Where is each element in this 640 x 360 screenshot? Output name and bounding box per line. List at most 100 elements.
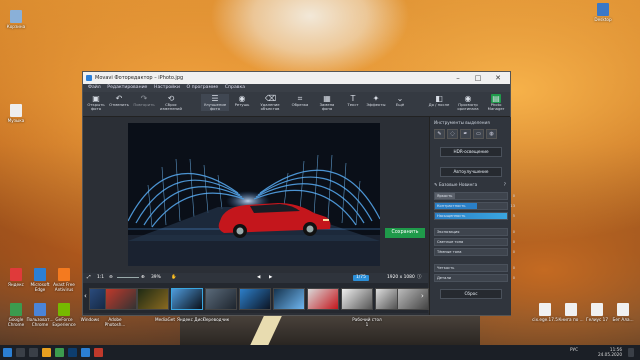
- thumbnail[interactable]: [205, 288, 237, 310]
- view-original-button[interactable]: ◉ Просмотр оригинала: [457, 94, 479, 111]
- yandex-icon: [10, 268, 22, 281]
- photoshop-taskbar-icon[interactable]: [68, 348, 77, 357]
- rect-select-icon[interactable]: ▭: [473, 129, 484, 139]
- title-bar: Movavi Фоторедактор – iPhoto.jpg – □ ✕: [83, 72, 510, 84]
- photo-editor-window: Movavi Фоторедактор – iPhoto.jpg – □ ✕ Ф…: [82, 71, 515, 316]
- thumbnail[interactable]: [341, 288, 373, 310]
- thumbnail[interactable]: [273, 288, 305, 310]
- saturation-slider[interactable]: Насыщенность 5: [434, 212, 515, 220]
- brightness-slider[interactable]: Яркость 0: [434, 192, 515, 200]
- tab-object-removal[interactable]: ⌫ Удаление объектов: [259, 94, 281, 111]
- help-icon[interactable]: ?: [504, 182, 506, 187]
- selection-tools-label: Инструменты выделения: [434, 120, 490, 125]
- tab-text[interactable]: T Текст: [342, 94, 364, 107]
- clock[interactable]: 11:56 24.05.2020: [592, 347, 622, 357]
- adjustments-panel: Инструменты выделения ✎ ◌ ✒ ▭ ◍ HDR-осве…: [429, 117, 515, 315]
- zoom-out-icon[interactable]: ⊖: [109, 273, 113, 283]
- pen-tool-icon[interactable]: ✒: [460, 129, 471, 139]
- thumbnail[interactable]: [105, 288, 137, 310]
- menu-help[interactable]: Справка: [225, 84, 245, 92]
- notifications-icon[interactable]: [628, 348, 634, 357]
- chrome-icon: [10, 303, 22, 316]
- auto-enhance-button[interactable]: Автоулучшение: [440, 167, 502, 177]
- reset-button[interactable]: Сброс: [440, 289, 502, 299]
- menu-file[interactable]: Файл: [88, 84, 101, 92]
- tab-more[interactable]: ⌄ Ещё: [389, 94, 411, 107]
- menu-edit[interactable]: Редактирование: [107, 84, 147, 92]
- photo-bridge-car: [128, 123, 380, 266]
- thumbnail[interactable]: [239, 288, 271, 310]
- open-photo-button[interactable]: ▣ Открыть фото: [85, 94, 107, 111]
- hdr-lighting-button[interactable]: HDR-освещение: [440, 147, 502, 157]
- details-slider[interactable]: Детали 0: [434, 274, 515, 282]
- filmstrip-next-icon[interactable]: ›: [421, 292, 424, 300]
- maximize-button[interactable]: □: [469, 73, 487, 83]
- image-canvas[interactable]: [83, 117, 428, 271]
- windows-start-icon[interactable]: [3, 348, 12, 357]
- page-badge: 1/75: [353, 275, 369, 281]
- edge-icon: [34, 268, 46, 281]
- tab-retouch[interactable]: ◉ Ретушь: [231, 94, 253, 107]
- thumbnail-selected[interactable]: [171, 288, 203, 310]
- thumbnail[interactable]: [307, 288, 339, 310]
- zoom-in-icon[interactable]: ⊕: [141, 273, 145, 283]
- magic-select-icon[interactable]: ◍: [486, 129, 497, 139]
- search-icon[interactable]: [16, 348, 25, 357]
- desktop-icon[interactable]: Desktop: [588, 3, 618, 29]
- exposure-slider[interactable]: Экспозиция 0: [434, 228, 515, 236]
- explorer-icon[interactable]: [42, 348, 51, 357]
- language-indicator[interactable]: РУС: [570, 347, 578, 352]
- taskbar: РУС 11:56 24.05.2020: [0, 345, 640, 360]
- prev-image-icon[interactable]: ◀: [257, 273, 260, 283]
- hand-icon[interactable]: ✋: [171, 273, 176, 283]
- menu-settings[interactable]: Настройки: [154, 84, 180, 92]
- highlights-slider[interactable]: Светлые тона 0: [434, 238, 515, 246]
- tab-effects[interactable]: ✦ Эффекты: [365, 94, 387, 107]
- redo-button[interactable]: ↷ Повторить: [133, 94, 155, 107]
- tab-crop[interactable]: ⌗ Обрезка: [289, 94, 311, 107]
- menu-about[interactable]: О программе: [187, 84, 219, 92]
- filmstrip-prev-icon[interactable]: ‹: [84, 292, 87, 300]
- brush-tool-icon[interactable]: ✎: [434, 129, 445, 139]
- filmstrip: ‹ ›: [83, 283, 429, 313]
- zoom-slider[interactable]: [117, 277, 139, 278]
- minimize-button[interactable]: –: [449, 73, 467, 83]
- desktop-icon[interactable]: Музыка: [1, 104, 31, 130]
- clarity-slider[interactable]: Четкость 0: [434, 264, 515, 272]
- tab-enhance[interactable]: ☰ Улучшение фото: [201, 94, 229, 112]
- app-taskbar-icon[interactable]: [94, 348, 103, 357]
- contrast-slider[interactable]: Контрастность 13: [434, 202, 515, 210]
- app-icon: [86, 75, 92, 81]
- document-icon: [591, 303, 603, 316]
- toolbar: ▣ Открыть фото ↶ Отменить ↷ Повторить ⟲ Сбро…: [83, 92, 510, 117]
- sky-glow: [210, 0, 410, 80]
- geforce-icon: [58, 303, 70, 316]
- close-button[interactable]: ✕: [489, 73, 507, 83]
- tab-background[interactable]: ▦ Замена фона: [316, 94, 338, 111]
- lasso-tool-icon[interactable]: ◌: [447, 129, 458, 139]
- thumbnail[interactable]: [397, 288, 429, 310]
- recycle-bin-icon: [10, 10, 22, 23]
- before-after-button[interactable]: ◧ До / после: [428, 94, 450, 107]
- fit-screen-icon[interactable]: ⤢: [87, 273, 91, 283]
- desktop-icon[interactable]: Корзина: [1, 10, 31, 36]
- info-icon[interactable]: ⓘ: [417, 273, 421, 283]
- edited-photo[interactable]: [128, 123, 380, 266]
- zoom-fit-label[interactable]: 1:1: [97, 273, 104, 283]
- movavi-taskbar-icon[interactable]: [81, 348, 90, 357]
- task-view-icon[interactable]: [29, 348, 38, 357]
- next-image-icon[interactable]: ▶: [269, 273, 272, 283]
- desktop-icon[interactable]: Avast Free Antivirus: [49, 268, 79, 294]
- chrome-taskbar-icon[interactable]: [55, 348, 64, 357]
- photo-manager-button[interactable]: ▤ Photo Manager: [485, 94, 507, 111]
- shadows-slider[interactable]: Тёмные тона 0: [434, 248, 515, 256]
- document-icon: [617, 303, 629, 316]
- thumbnail[interactable]: [137, 288, 169, 310]
- desktop-icon[interactable]: Бег Ала...: [608, 303, 638, 329]
- zoom-bar: ⤢ 1:1 ⊖ ⊕ 39% ✋ ◀ ▶ 1/75 1920 x 1080 ⓘ: [83, 273, 428, 283]
- undo-button[interactable]: ↶ Отменить: [108, 94, 130, 107]
- save-button[interactable]: Сохранить: [385, 228, 425, 238]
- basic-settings-header: ✎ Базовые Новинга?: [434, 182, 506, 187]
- reset-changes-button[interactable]: ⟲ Сброс изменений: [160, 94, 182, 111]
- music-folder-icon: [10, 104, 22, 117]
